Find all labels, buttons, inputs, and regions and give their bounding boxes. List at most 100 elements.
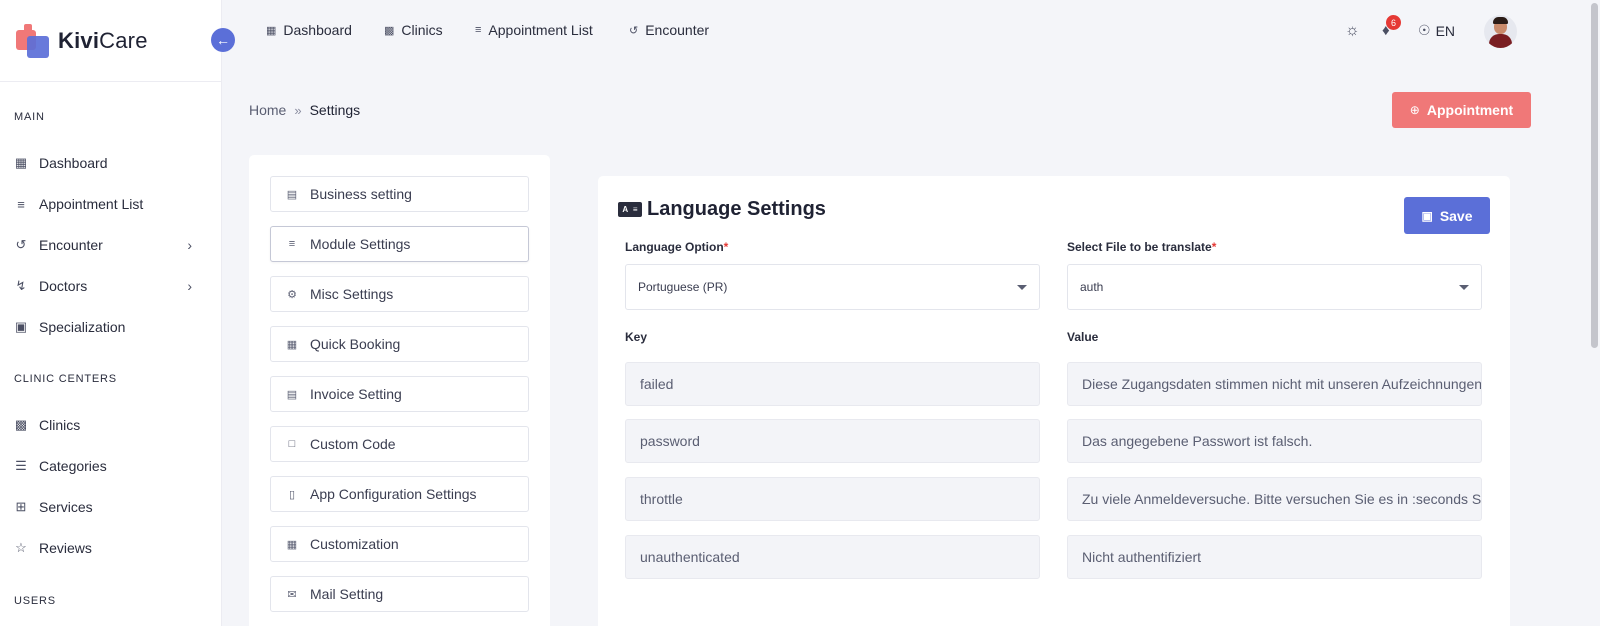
settings-menu-app-configuration[interactable]: ▯ App Configuration Settings	[270, 476, 529, 512]
key-field[interactable]: unauthenticated	[625, 535, 1040, 579]
button-label: Appointment	[1426, 102, 1514, 118]
star-icon: ☆	[15, 540, 27, 555]
section-label-main: MAIN	[14, 111, 45, 123]
topnav-label: Dashboard	[283, 22, 352, 38]
stethoscope-icon: ↯	[15, 278, 27, 293]
topnav-encounter[interactable]: ↺ Encounter	[629, 22, 709, 38]
topnav-label: Clinics	[401, 22, 443, 38]
sidebar-item-label: Specialization	[39, 319, 126, 335]
sidebar-item-label: Encounter	[39, 237, 103, 253]
notification-badge: 6	[1386, 15, 1401, 30]
chevron-right-icon: ›	[187, 237, 192, 253]
sidebar-item-label: Services	[39, 499, 93, 515]
sidebar-item-dashboard[interactable]: ▦ Dashboard	[0, 146, 222, 180]
sliders-icon: ≡	[17, 196, 25, 212]
dashboard-icon: ▦	[14, 155, 28, 170]
sidebar-item-appointment-list[interactable]: ≡ Appointment List	[0, 187, 222, 221]
breadcrumb-home[interactable]: Home	[249, 102, 286, 118]
chevron-right-icon: ›	[187, 278, 192, 294]
language-option-select[interactable]: Portuguese (PR)	[625, 264, 1040, 310]
sidebar-item-label: Clinics	[39, 417, 81, 433]
sidebar: KiviCare MAIN ▦ Dashboard ≡ Appointment …	[0, 0, 222, 626]
sidebar-item-label: Categories	[39, 458, 107, 474]
mobile-icon: ▯	[288, 488, 296, 501]
sliders-icon: ≡	[475, 24, 482, 36]
settings-menu-invoice-setting[interactable]: ▤ Invoice Setting	[270, 376, 529, 412]
settings-menu-misc-settings[interactable]: ⚙ Misc Settings	[270, 276, 529, 312]
value-column-header: Value	[1067, 330, 1099, 344]
arrow-left-icon: ←	[216, 32, 230, 48]
breadcrumb: Home » Settings	[249, 102, 360, 118]
caret-down-icon	[1459, 285, 1469, 290]
topnav-clinics[interactable]: ▩ Clinics	[384, 22, 443, 38]
history-icon: ↺	[629, 24, 639, 37]
sidebar-item-services[interactable]: ⊞ Services	[0, 490, 222, 524]
add-appointment-button[interactable]: ⊕ Appointment	[1392, 92, 1531, 128]
page-title: A ≡ Language Settings	[618, 198, 826, 221]
menu-item-label: App Configuration Settings	[310, 486, 477, 502]
menu-item-label: Misc Settings	[310, 286, 394, 302]
settings-menu-mail-setting[interactable]: ✉ Mail Setting	[270, 576, 529, 612]
menu-item-label: Module Settings	[310, 236, 411, 252]
scrollbar-thumb[interactable]	[1591, 3, 1598, 348]
value-field[interactable]: Nicht authentifiziert	[1067, 535, 1482, 579]
building-icon: ▩	[14, 417, 28, 432]
mail-icon: ✉	[287, 588, 297, 601]
settings-menu: ▤ Business setting ≡ Module Settings ⚙ M…	[249, 155, 550, 626]
settings-menu-quick-booking[interactable]: ▦ Quick Booking	[270, 326, 529, 362]
value-field[interactable]: Das angegebene Passwort ist falsch.	[1067, 419, 1482, 463]
key-field[interactable]: password	[625, 419, 1040, 463]
file-select[interactable]: auth	[1067, 264, 1482, 310]
topnav-appointment-list[interactable]: ≡ Appointment List	[475, 22, 593, 38]
language-code: EN	[1435, 22, 1456, 39]
key-field[interactable]: throttle	[625, 477, 1040, 521]
save-icon: ▣	[1421, 208, 1433, 223]
page-scrollbar[interactable]	[1589, 0, 1600, 626]
settings-menu-module-settings[interactable]: ≡ Module Settings	[270, 226, 529, 262]
sidebar-item-label: Doctors	[39, 278, 88, 294]
sidebar-collapse-button[interactable]: ←	[211, 28, 235, 52]
specialization-icon: ▣	[14, 319, 28, 334]
sidebar-item-encounter[interactable]: ↺ Encounter ›	[0, 228, 222, 262]
language-switcher[interactable]: ☉ EN	[1418, 22, 1455, 39]
avatar[interactable]	[1484, 15, 1517, 48]
brand[interactable]: KiviCare	[0, 0, 221, 82]
building-icon: ▩	[384, 24, 395, 37]
settings-menu-custom-code[interactable]: □ Custom Code	[270, 426, 529, 462]
menu-item-label: Mail Setting	[310, 586, 384, 602]
save-button[interactable]: ▣ Save	[1404, 197, 1490, 234]
settings-menu-customization[interactable]: ▦ Customization	[270, 526, 529, 562]
section-label-users: USERS	[14, 595, 56, 607]
sidebar-item-label: Dashboard	[39, 155, 108, 171]
chat-icon: ▤	[286, 188, 298, 201]
settings-menu-business-setting[interactable]: ▤ Business setting	[270, 176, 529, 212]
caret-down-icon	[1017, 285, 1027, 290]
language-settings-card: A ≡ Language Settings ▣ Save Language Opt…	[598, 176, 1510, 626]
sidebar-item-specialization[interactable]: ▣ Specialization	[0, 310, 222, 344]
translate-icon: A ≡	[618, 202, 642, 217]
menu-item-label: Business setting	[310, 186, 412, 202]
file-select-label: Select File to be translate*	[1067, 240, 1217, 254]
plus-circle-icon: ⊕	[1409, 103, 1420, 117]
gear-icon: ⚙	[287, 288, 297, 301]
topnav-dashboard[interactable]: ▦ Dashboard	[266, 22, 352, 38]
language-option-label: Language Option*	[625, 240, 729, 254]
sidebar-item-doctors[interactable]: ↯ Doctors ›	[0, 269, 222, 303]
kivicare-logo-icon	[16, 23, 50, 58]
button-label: Save	[1439, 207, 1473, 224]
sidebar-item-clinics[interactable]: ▩ Clinics	[0, 408, 222, 442]
key-field[interactable]: failed	[625, 362, 1040, 406]
value-field[interactable]: Zu viele Anmeldeversuche. Bitte versuche…	[1067, 477, 1482, 521]
list-icon: ☰	[15, 458, 27, 473]
sidebar-item-label: Appointment List	[39, 196, 144, 212]
select-value: auth	[1080, 280, 1104, 294]
sidebar-item-label: Reviews	[39, 540, 92, 556]
theme-toggle-sun-icon[interactable]: ☼	[1345, 22, 1360, 40]
sliders-icon: ≡	[288, 238, 296, 250]
value-field[interactable]: Diese Zugangsdaten stimmen nicht mit uns…	[1067, 362, 1482, 406]
brand-name: KiviCare	[58, 27, 148, 53]
breadcrumb-current: Settings	[309, 102, 361, 118]
menu-item-label: Invoice Setting	[310, 386, 402, 402]
sidebar-item-reviews[interactable]: ☆ Reviews	[0, 531, 222, 565]
sidebar-item-categories[interactable]: ☰ Categories	[0, 449, 222, 483]
